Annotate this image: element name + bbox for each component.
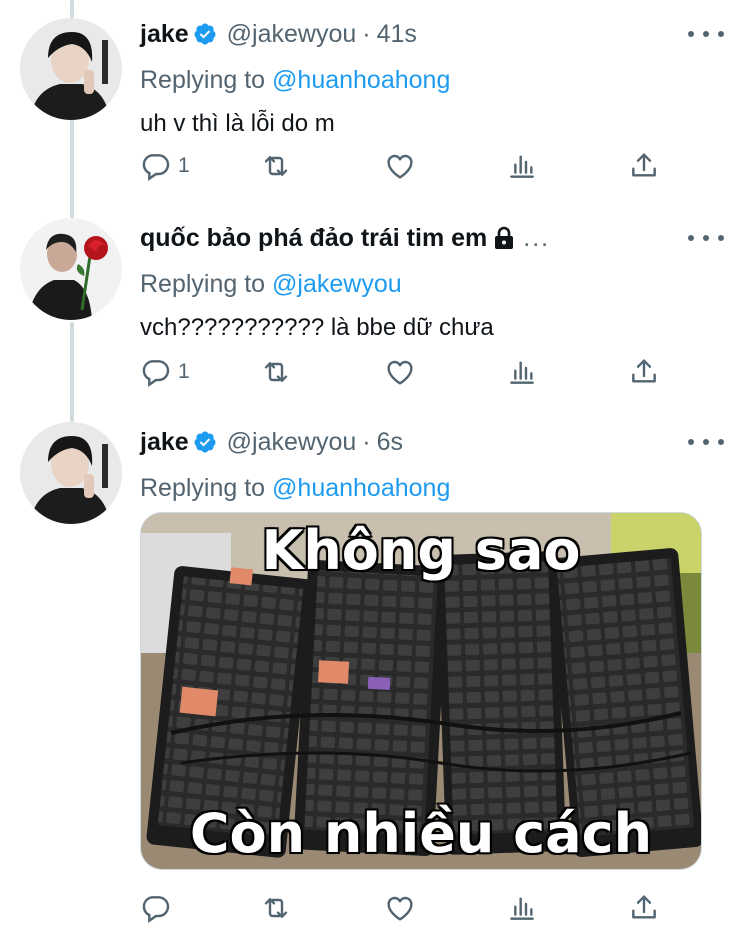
reply-icon	[142, 154, 170, 181]
reply-icon	[142, 896, 170, 923]
retweet-button[interactable]	[260, 146, 292, 186]
meme-caption-bottom: Còn nhiều cách	[188, 801, 653, 867]
analytics-button[interactable]	[506, 352, 538, 392]
like-button[interactable]	[384, 146, 416, 186]
replying-to: Replying to @huanhoahong	[140, 474, 450, 503]
retweet-icon	[264, 362, 288, 382]
like-button[interactable]	[384, 888, 416, 928]
display-name[interactable]: jake	[140, 20, 189, 49]
reply-icon	[142, 360, 170, 387]
replying-label: Replying to	[140, 66, 266, 94]
verified-badge-icon	[194, 23, 216, 45]
share-button[interactable]	[628, 146, 660, 186]
share-icon	[632, 895, 656, 919]
tweet-text: vch??????????? là bbe dữ chưa	[140, 314, 494, 341]
retweet-button[interactable]	[260, 888, 292, 928]
action-bar	[140, 888, 680, 928]
analytics-icon	[510, 361, 534, 384]
like-icon	[387, 360, 413, 385]
meme-image[interactable]: Không sao Còn nhiều cách	[140, 512, 702, 870]
avatar[interactable]	[20, 422, 122, 524]
meme-caption-top: Không sao	[260, 518, 582, 584]
reply-count: 1	[178, 154, 190, 177]
reply-count: 1	[178, 360, 190, 383]
replying-to: Replying to @jakewyou	[140, 270, 402, 299]
replying-label: Replying to	[140, 474, 266, 502]
mention-link[interactable]: @huanhoahong	[272, 474, 450, 502]
tweet[interactable]: quốc bảo phá đảo trái tim em ... Replyin…	[0, 218, 750, 408]
analytics-button[interactable]	[506, 888, 538, 928]
action-bar: 1	[140, 146, 680, 186]
analytics-button[interactable]	[506, 146, 538, 186]
handle[interactable]: @jakewyou	[227, 20, 357, 49]
avatar[interactable]	[20, 218, 122, 320]
tweet-text: uh v thì là lỗi do m	[140, 110, 335, 137]
like-button[interactable]	[384, 352, 416, 392]
timestamp[interactable]: 41s	[377, 20, 417, 49]
separator: ·	[362, 19, 371, 48]
more-icon[interactable]	[688, 228, 724, 248]
like-icon	[387, 896, 413, 921]
share-button[interactable]	[628, 888, 660, 928]
more-icon[interactable]	[688, 432, 724, 452]
replying-to: Replying to @huanhoahong	[140, 66, 450, 95]
handle[interactable]: @jakewyou	[227, 428, 357, 457]
separator: ·	[362, 427, 371, 456]
reply-button[interactable]	[140, 888, 178, 928]
retweet-button[interactable]	[260, 352, 292, 392]
action-bar: 1	[140, 352, 680, 392]
timestamp[interactable]: 6s	[377, 428, 403, 457]
tweet[interactable]: jake @jakewyou · 41s Replying to @huanho…	[0, 14, 750, 204]
mention-link[interactable]: @jakewyou	[272, 270, 402, 298]
replying-label: Replying to	[140, 270, 266, 298]
name-overflow: ...	[523, 223, 551, 252]
tweet[interactable]: jake @jakewyou · 6s Replying to @huanhoa…	[0, 422, 750, 935]
share-icon	[632, 359, 656, 383]
share-button[interactable]	[628, 352, 660, 392]
reply-button[interactable]: 1	[140, 352, 190, 392]
analytics-icon	[510, 897, 534, 920]
avatar[interactable]	[20, 18, 122, 120]
share-icon	[632, 153, 656, 177]
retweet-icon	[264, 156, 288, 176]
lock-icon	[495, 226, 514, 249]
verified-badge-icon	[194, 431, 216, 453]
like-icon	[387, 154, 413, 179]
display-name[interactable]: quốc bảo phá đảo trái tim em	[140, 224, 487, 253]
reply-button[interactable]: 1	[140, 146, 190, 186]
analytics-icon	[510, 155, 534, 178]
more-icon[interactable]	[688, 24, 724, 44]
mention-link[interactable]: @huanhoahong	[272, 66, 450, 94]
retweet-icon	[264, 898, 288, 918]
display-name[interactable]: jake	[140, 428, 189, 457]
